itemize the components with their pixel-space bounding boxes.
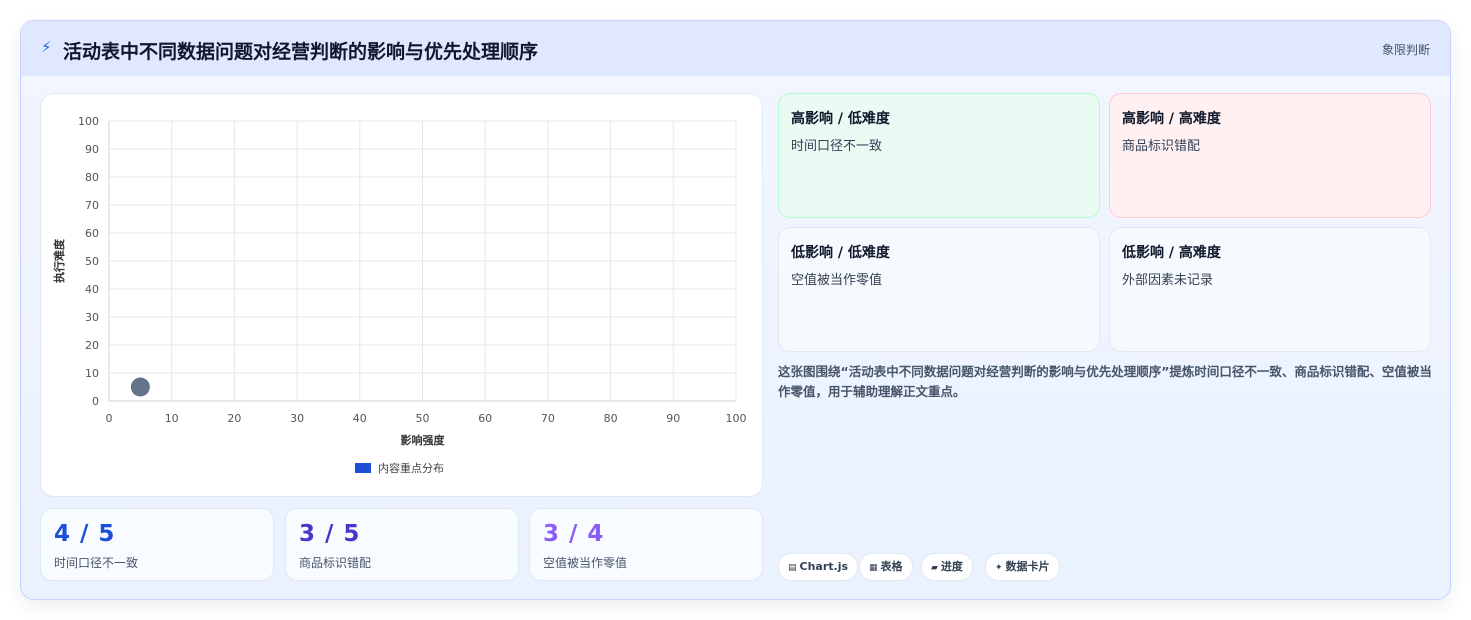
pill-chartjs[interactable]: ▤ Chart.js — [778, 553, 859, 581]
x-tick-label: 0 — [106, 412, 113, 425]
stat-value: 4 / 5 — [54, 521, 116, 547]
pill-label: 进度 — [940, 560, 963, 573]
quadrant-low-impact-low-difficulty: 低影响 / 低难度 空值被当作零值 — [778, 227, 1100, 352]
y-tick-label: 100 — [78, 115, 99, 128]
x-tick-label: 100 — [726, 412, 747, 425]
stat-label: 商品标识错配 — [299, 556, 372, 570]
quadrant-title: 高影响 / 低难度 — [791, 111, 890, 127]
stat-card-2: 3 / 5 商品标识错配 — [285, 508, 519, 581]
stat-label: 空值被当作零值 — [543, 556, 628, 570]
sparkle-icon: ✦ — [995, 563, 1003, 573]
lightning-icon: ⚡ — [41, 38, 52, 56]
x-tick-label: 60 — [478, 412, 492, 425]
stat-value: 3 / 4 — [543, 521, 605, 547]
x-tick-label: 10 — [165, 412, 179, 425]
page-title: 活动表中不同数据问题对经营判断的影响与优先处理顺序 — [63, 41, 539, 63]
pill-table[interactable]: ▦ 表格 — [859, 553, 913, 581]
x-tick-label: 80 — [604, 412, 618, 425]
x-axis-title: 影响强度 — [401, 433, 446, 447]
pill-label: 表格 — [880, 560, 903, 573]
y-tick-label: 20 — [85, 339, 99, 352]
x-tick-label: 40 — [353, 412, 367, 425]
y-tick-label: 0 — [92, 395, 99, 408]
y-tick-label: 40 — [85, 283, 99, 296]
y-tick-label: 80 — [85, 171, 99, 184]
y-tick-label: 10 — [85, 367, 99, 380]
y-tick-label: 70 — [85, 199, 99, 212]
pill-label: Chart.js — [799, 560, 849, 573]
legend-swatch — [355, 463, 371, 473]
y-tick-label: 90 — [85, 143, 99, 156]
y-axis-title: 执行难度 — [52, 238, 66, 283]
quadrant-item: 外部因素未记录 — [1122, 273, 1214, 288]
quadrant-item: 空值被当作零值 — [791, 273, 883, 288]
stat-card-3: 3 / 4 空值被当作零值 — [529, 508, 763, 581]
quadrant-high-impact-low-difficulty: 高影响 / 低难度 时间口径不一致 — [778, 93, 1100, 218]
data-point — [130, 377, 150, 397]
progress-icon: ▰ — [931, 563, 938, 573]
stat-value: 3 / 5 — [299, 521, 361, 547]
header-tag: 象限判断 — [1381, 43, 1430, 57]
main-card: ⚡ 活动表中不同数据问题对经营判断的影响与优先处理顺序 象限判断 0 10 20 30… — [20, 20, 1451, 600]
stat-label: 时间口径不一致 — [54, 556, 139, 570]
quadrant-item: 商品标识错配 — [1122, 139, 1201, 154]
pill-label: 数据卡片 — [1005, 560, 1050, 573]
x-tick-label: 30 — [290, 412, 304, 425]
x-tick-label: 90 — [666, 412, 680, 425]
y-tick-label: 30 — [85, 311, 99, 324]
quadrant-high-impact-high-difficulty: 高影响 / 高难度 商品标识错配 — [1109, 93, 1431, 218]
quadrant-title: 高影响 / 高难度 — [1122, 111, 1221, 127]
y-tick-label: 60 — [85, 227, 99, 240]
chart-description: 这张图围绕“活动表中不同数据问题对经营判断的影响与优先处理顺序”提炼时间口径不一… — [778, 364, 1432, 399]
chart-panel: 0 10 20 30 40 50 60 70 80 90 100 0 10 20 30 40 50 60 70 80 9… — [40, 93, 763, 497]
quadrant-low-impact-high-difficulty: 低影响 / 高难度 外部因素未记录 — [1109, 227, 1431, 352]
y-tick-label: 50 — [85, 255, 99, 268]
quadrant-item: 时间口径不一致 — [791, 139, 883, 154]
scatter-chart: 0 10 20 30 40 50 60 70 80 90 100 0 10 20 30 40 50 60 70 80 9… — [52, 115, 747, 475]
x-tick-label: 50 — [416, 412, 430, 425]
header: ⚡ 活动表中不同数据问题对经营判断的影响与优先处理顺序 象限判断 — [21, 21, 1450, 76]
chart-icon: ▤ — [788, 563, 797, 573]
quadrant-title: 低影响 / 高难度 — [1122, 245, 1221, 261]
legend-label: 内容重点分布 — [378, 461, 444, 475]
x-tick-label: 20 — [227, 412, 241, 425]
pill-data-cards[interactable]: ✦ 数据卡片 — [985, 553, 1060, 581]
pill-progress[interactable]: ▰ 进度 — [921, 553, 973, 581]
x-tick-label: 70 — [541, 412, 555, 425]
quadrant-title: 低影响 / 低难度 — [791, 245, 890, 261]
table-icon: ▦ — [869, 563, 878, 573]
stat-card-1: 4 / 5 时间口径不一致 — [40, 508, 274, 581]
